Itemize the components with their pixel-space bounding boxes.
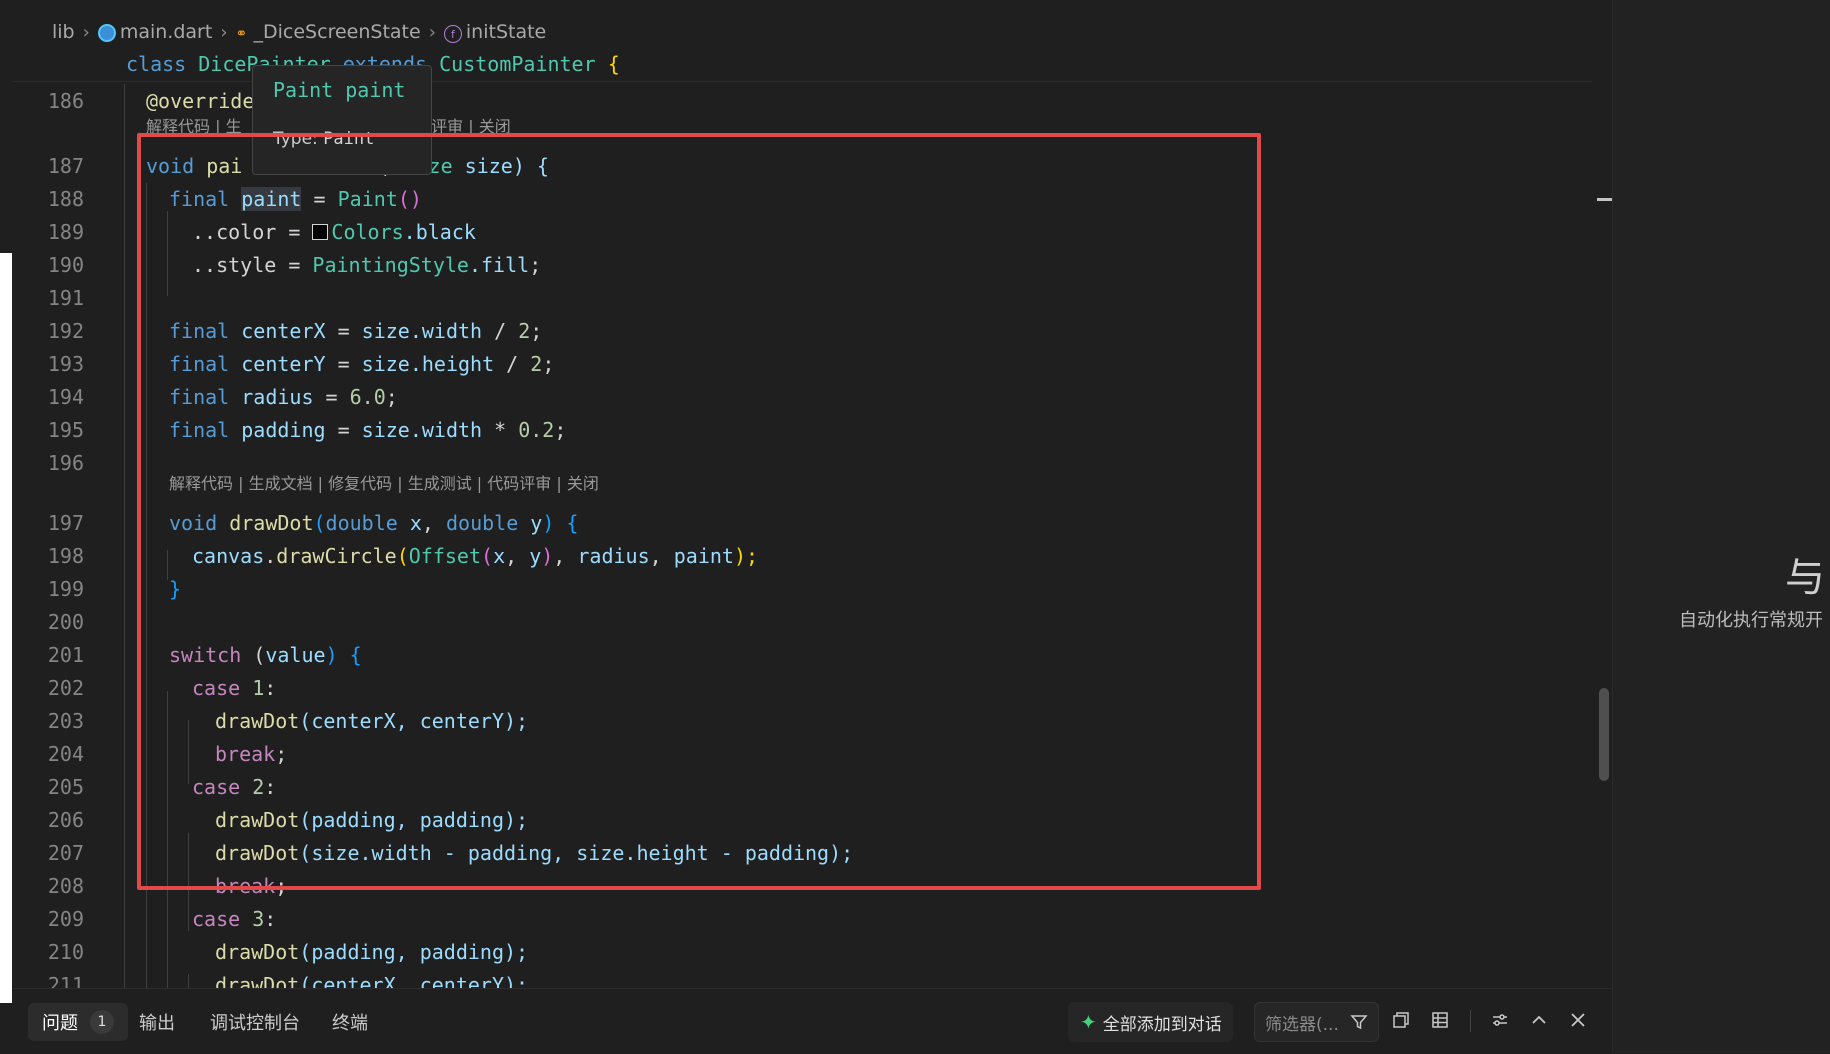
- tab-debug-console[interactable]: 调试控制台: [210, 1003, 300, 1041]
- line-number: 204: [47, 742, 84, 766]
- code-line-210[interactable]: drawDot(padding, padding);: [215, 936, 528, 969]
- line-number: 200: [47, 610, 84, 634]
- side-panel-heading: 与: [1785, 555, 1825, 601]
- tab-problems[interactable]: 问题 1: [28, 1003, 128, 1041]
- sticky-keyword: class: [126, 52, 187, 76]
- tab-terminal[interactable]: 终端: [332, 1003, 368, 1041]
- line-number: 208: [47, 874, 84, 898]
- copy-icon[interactable]: [1390, 1010, 1412, 1032]
- side-panel: 与 自动化执行常规开: [1612, 0, 1830, 1053]
- line-number: 194: [47, 385, 84, 409]
- filter-input[interactable]: 筛选器(...: [1254, 1002, 1379, 1042]
- close-icon[interactable]: [1567, 1010, 1589, 1032]
- line-number: 190: [47, 253, 84, 277]
- problems-count-badge: 1: [90, 1010, 114, 1034]
- line-number: 186: [47, 89, 84, 113]
- line-number: 198: [47, 544, 84, 568]
- breadcrumb-item-method[interactable]: f initState: [443, 21, 546, 44]
- chevron-right-icon: ›: [428, 21, 436, 43]
- line-number: 203: [47, 709, 84, 733]
- chevron-up-icon[interactable]: [1528, 1010, 1550, 1032]
- vertical-scrollbar-thumb[interactable]: [1599, 688, 1609, 781]
- line-number: 192: [47, 319, 84, 343]
- breadcrumb-item-lib[interactable]: lib: [52, 21, 75, 43]
- sticky-base-class: CustomPainter: [439, 52, 596, 76]
- sparkle-icon: ✦: [1080, 1010, 1097, 1034]
- line-number: 188: [47, 187, 84, 211]
- chevron-right-icon: ›: [220, 21, 228, 43]
- line-number: 193: [47, 352, 84, 376]
- breadcrumb: lib › main.dart › ⚭ _DiceScreenState › fi…: [52, 19, 546, 45]
- code-editor[interactable]: lib › main.dart › ⚭ _DiceScreenState › fi…: [12, 0, 1614, 997]
- breadcrumb-item-class[interactable]: ⚭ _DiceScreenState: [236, 21, 421, 43]
- indent-guide: [188, 974, 189, 988]
- filter-funnel-icon[interactable]: [1350, 1013, 1368, 1031]
- line-number: 201: [47, 643, 84, 667]
- line-number: 210: [47, 940, 84, 964]
- settings-sliders-icon[interactable]: [1489, 1010, 1511, 1032]
- dart-file-icon: [97, 23, 116, 42]
- line-number: 189: [47, 220, 84, 244]
- highlight-box: [137, 133, 1261, 890]
- line-number: 207: [47, 841, 84, 865]
- line-number: 195: [47, 418, 84, 442]
- add-all-to-chat-button[interactable]: ✦ 全部添加到对话: [1068, 1002, 1233, 1042]
- line-number: 196: [47, 451, 84, 475]
- toolbar-divider: [1470, 1010, 1471, 1032]
- line-number: 206: [47, 808, 84, 832]
- class-symbol-icon: ⚭: [235, 26, 248, 42]
- code-line-186[interactable]: @override: [146, 85, 254, 118]
- line-number: 187: [47, 154, 84, 178]
- sticky-scroll-header[interactable]: class DicePainter extends CustomPainter …: [12, 48, 1592, 82]
- line-number: 202: [47, 676, 84, 700]
- tab-output[interactable]: 输出: [139, 1003, 175, 1041]
- hover-signature: Paint paint: [273, 78, 406, 102]
- indent-guide: [124, 84, 125, 988]
- method-symbol-icon: f: [443, 25, 462, 44]
- breadcrumb-item-file[interactable]: main.dart: [97, 21, 212, 43]
- line-number: 209: [47, 907, 84, 931]
- table-view-icon[interactable]: [1429, 1010, 1451, 1032]
- sticky-brace: {: [607, 52, 620, 76]
- line-number: 197: [47, 511, 84, 535]
- line-number: 191: [47, 286, 84, 310]
- line-number: 205: [47, 775, 84, 799]
- line-number: 199: [47, 577, 84, 601]
- code-line-209[interactable]: case 3:: [192, 903, 276, 936]
- chevron-right-icon: ›: [82, 21, 90, 43]
- side-panel-subtitle: 自动化执行常规开: [1679, 610, 1823, 631]
- window-edge-strip: [0, 253, 12, 1003]
